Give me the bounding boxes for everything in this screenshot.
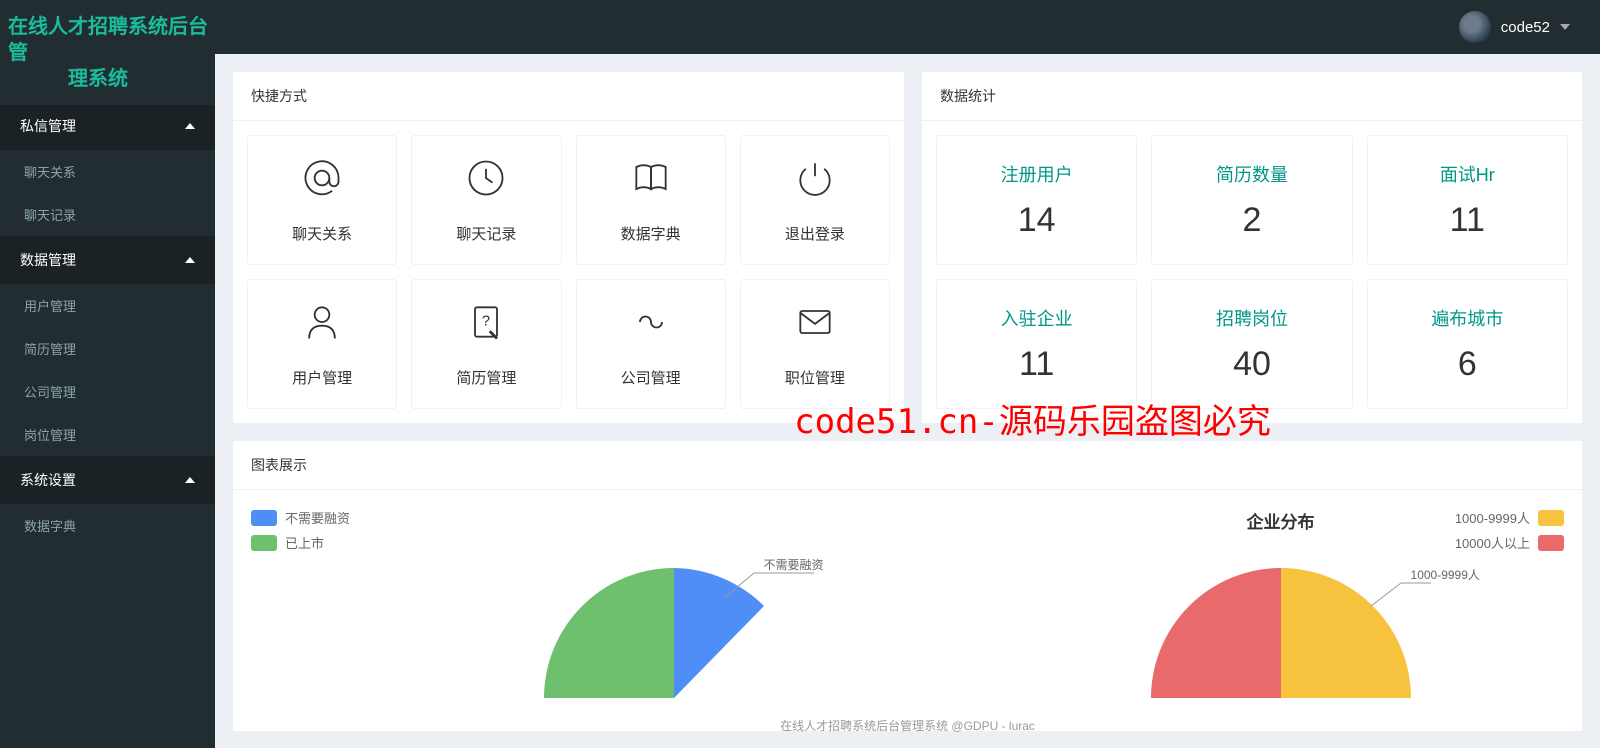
shortcut-label: 用户管理 — [292, 367, 352, 388]
svg-text:?: ? — [482, 314, 490, 330]
shortcut-power[interactable]: 退出登录 — [740, 135, 890, 265]
shortcut-label: 数据字典 — [621, 223, 681, 244]
stat-title: 注册用户 — [1001, 161, 1073, 187]
sidebar-section-system[interactable]: 系统设置 — [0, 456, 215, 504]
stat-value: 11 — [1450, 201, 1485, 240]
legend-swatch — [251, 510, 277, 526]
legend-swatch — [1538, 535, 1564, 551]
chart-left-callout: 不需要融资 — [764, 556, 824, 573]
stat-card: 招聘岗位 40 — [1151, 279, 1352, 409]
doc-icon: ? — [464, 300, 508, 349]
charts-title: 图表展示 — [233, 441, 1582, 490]
sidebar-item-chat-log[interactable]: 聊天记录 — [0, 193, 215, 236]
chart-left-legend: 不需要融资已上市 — [251, 508, 350, 713]
shortcut-label: 聊天关系 — [292, 223, 352, 244]
brand-logo: 在线人才招聘系统后台管 理系统 — [0, 0, 215, 105]
shortcut-label: 简历管理 — [456, 367, 516, 388]
shortcut-label: 职位管理 — [785, 367, 845, 388]
main-content: 快捷方式 聊天关系 聊天记录 数据字典 退出登录用户管理? 简历管理 公司管理 职位管理 数… — [215, 54, 1600, 748]
shortcut-doc[interactable]: ? 简历管理 — [411, 279, 561, 409]
sidebar-item-company-mgmt[interactable]: 公司管理 — [0, 370, 215, 413]
shortcuts-panel: 快捷方式 聊天关系 聊天记录 数据字典 退出登录用户管理? 简历管理 公司管理 职位管理 — [233, 72, 904, 423]
sidebar: 主页 私信管理 聊天关系 聊天记录 数据管理 用户管理 简历管理 公司管理 岗位… — [0, 54, 215, 748]
legend-label: 不需要融资 — [285, 508, 350, 527]
infinity-icon — [629, 300, 673, 349]
footer-text: 在线人才招聘系统后台管理系统 @GDPU - lurac — [215, 717, 1600, 734]
stat-value: 14 — [1018, 201, 1056, 240]
chart-right-callout: 1000-9999人 — [1411, 566, 1480, 583]
legend-label: 10000人以上 — [1455, 533, 1530, 552]
caret-down-icon — [1560, 24, 1570, 30]
shortcut-user[interactable]: 用户管理 — [247, 279, 397, 409]
legend-item: 不需要融资 — [251, 508, 350, 527]
stat-card: 注册用户 14 — [936, 135, 1137, 265]
legend-item: 1000-9999人 — [1455, 508, 1564, 527]
user-menu[interactable]: code52 — [1459, 11, 1570, 43]
sidebar-item-user-mgmt[interactable]: 用户管理 — [0, 284, 215, 327]
shortcut-book[interactable]: 数据字典 — [576, 135, 726, 265]
stat-card: 入驻企业 11 — [936, 279, 1137, 409]
shortcuts-title: 快捷方式 — [233, 72, 904, 121]
chart-right-legend: 1000-9999人 10000人以上 — [1455, 508, 1564, 552]
stat-value: 11 — [1019, 345, 1054, 384]
mail-icon — [793, 300, 837, 349]
chart-right-title: 企业分布 — [1247, 508, 1315, 533]
shortcut-infinity[interactable]: 公司管理 — [576, 279, 726, 409]
sidebar-section-label: 私信管理 — [20, 116, 76, 136]
legend-swatch — [251, 535, 277, 551]
brand-line2: 理系统 — [8, 66, 215, 92]
chart-left: 不需要融资 — [390, 508, 957, 713]
stat-title: 入驻企业 — [1001, 305, 1073, 331]
stats-title: 数据统计 — [922, 72, 1582, 121]
stat-value: 6 — [1458, 345, 1477, 384]
sidebar-item-dictionary[interactable]: 数据字典 — [0, 504, 215, 547]
stat-card: 面试Hr 11 — [1367, 135, 1568, 265]
sidebar-section-data[interactable]: 数据管理 — [0, 236, 215, 284]
sidebar-section-messages[interactable]: 私信管理 — [0, 102, 215, 150]
stat-card: 遍布城市 6 — [1367, 279, 1568, 409]
sidebar-item-resume-mgmt[interactable]: 简历管理 — [0, 327, 215, 370]
shortcut-clock[interactable]: 聊天记录 — [411, 135, 561, 265]
stat-title: 遍布城市 — [1431, 305, 1503, 331]
stat-value: 2 — [1243, 201, 1262, 240]
avatar — [1459, 11, 1491, 43]
sidebar-section-label: 系统设置 — [20, 470, 76, 490]
charts-panel: 图表展示 不需要融资已上市 不需要融资 企业分布 — [233, 441, 1582, 731]
shortcut-mail[interactable]: 职位管理 — [740, 279, 890, 409]
chevron-up-icon — [185, 123, 195, 129]
power-icon — [793, 156, 837, 205]
topbar: code52 — [0, 0, 1600, 54]
sidebar-item-chat-relation[interactable]: 聊天关系 — [0, 150, 215, 193]
shortcut-label: 公司管理 — [621, 367, 681, 388]
shortcut-label: 聊天记录 — [456, 223, 516, 244]
sidebar-section-label: 数据管理 — [20, 250, 76, 270]
clock-icon — [464, 156, 508, 205]
user-icon — [300, 300, 344, 349]
stat-value: 40 — [1233, 345, 1271, 384]
legend-label: 已上市 — [285, 533, 324, 552]
legend-label: 1000-9999人 — [1455, 508, 1530, 527]
at-icon — [300, 156, 344, 205]
book-icon — [629, 156, 673, 205]
stat-title: 面试Hr — [1440, 161, 1495, 187]
legend-item: 已上市 — [251, 533, 350, 552]
legend-item: 10000人以上 — [1455, 533, 1564, 552]
username-label: code52 — [1501, 19, 1550, 36]
stat-title: 招聘岗位 — [1216, 305, 1288, 331]
chevron-up-icon — [185, 257, 195, 263]
chevron-up-icon — [185, 477, 195, 483]
stats-panel: 数据统计 注册用户 14 简历数量 2 面试Hr 11 入驻企业 11 招聘岗位 40 遍布城市 6 — [922, 72, 1582, 423]
brand-line1: 在线人才招聘系统后台管 — [8, 16, 208, 64]
legend-swatch — [1538, 510, 1564, 526]
shortcut-label: 退出登录 — [785, 223, 845, 244]
stat-title: 简历数量 — [1216, 161, 1288, 187]
sidebar-item-position-mgmt[interactable]: 岗位管理 — [0, 413, 215, 456]
shortcut-at[interactable]: 聊天关系 — [247, 135, 397, 265]
stat-card: 简历数量 2 — [1151, 135, 1352, 265]
